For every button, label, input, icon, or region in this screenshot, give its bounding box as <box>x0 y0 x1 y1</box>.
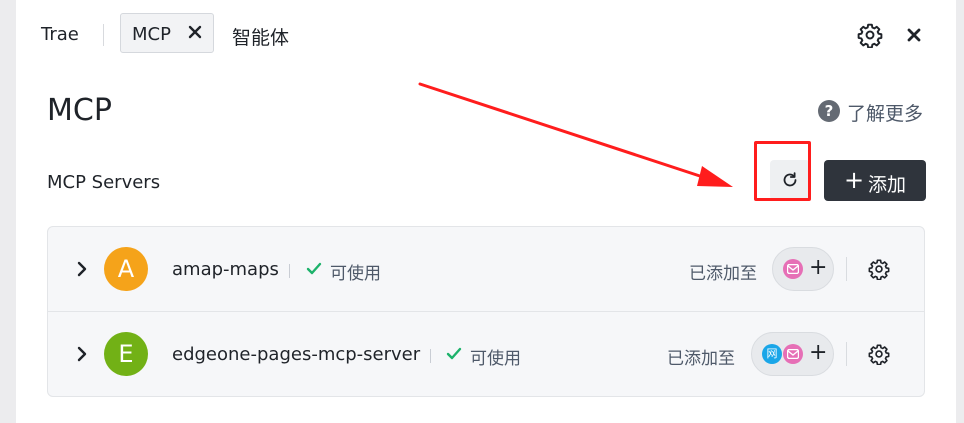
server-list: A amap-maps 可使用 已添加至 + E edgeone-pages-m… <box>47 226 925 397</box>
close-icon[interactable] <box>903 24 925 46</box>
server-settings-gear-icon[interactable] <box>868 343 890 366</box>
add-button[interactable]: + 添加 <box>824 160 926 201</box>
chevron-right-icon[interactable] <box>75 261 89 277</box>
server-name: amap-maps <box>172 259 279 280</box>
agent-icon <box>783 344 803 364</box>
server-settings-gear-icon[interactable] <box>868 258 890 281</box>
close-tab-icon[interactable] <box>187 24 203 40</box>
add-agent-icon[interactable]: + <box>809 339 827 367</box>
plus-icon: + <box>844 166 865 194</box>
check-icon <box>446 347 462 360</box>
tab-mcp[interactable]: MCP <box>120 13 214 53</box>
tab-mcp-label: MCP <box>132 24 171 45</box>
server-row[interactable]: E edgeone-pages-mcp-server 可使用 已添加至 网 + <box>48 312 924 396</box>
server-name: edgeone-pages-mcp-server <box>172 344 421 365</box>
tab-bar: Trae MCP 智能体 <box>16 0 956 72</box>
gear-icon[interactable] <box>857 22 883 49</box>
server-avatar: E <box>104 332 148 376</box>
status-label: 可使用 <box>470 349 521 369</box>
divider <box>430 349 431 363</box>
divider <box>289 264 290 278</box>
agent-selector[interactable]: + <box>772 247 834 291</box>
section-title: MCP Servers <box>47 172 161 193</box>
status-label: 可使用 <box>330 264 381 284</box>
divider <box>846 257 847 281</box>
server-avatar: A <box>104 247 148 291</box>
agent-selector[interactable]: 网 + <box>751 332 834 376</box>
check-icon <box>306 262 322 275</box>
added-to-label: 已添加至 <box>689 264 757 284</box>
learn-more-label: 了解更多 <box>847 103 924 125</box>
chevron-right-icon[interactable] <box>75 346 89 362</box>
tab-divider <box>103 24 104 46</box>
add-button-label: 添加 <box>868 174 907 196</box>
tab-trae[interactable]: Trae <box>41 24 79 45</box>
tab-agent[interactable]: 智能体 <box>232 23 289 50</box>
mcp-settings-panel: Trae MCP 智能体 MCP ? 了解更多 MCP Servers + 添加… <box>16 0 956 423</box>
added-to-label: 已添加至 <box>667 349 735 369</box>
server-row[interactable]: A amap-maps 可使用 已添加至 + <box>48 227 924 312</box>
help-icon: ? <box>818 100 840 122</box>
page-title: MCP <box>47 93 112 128</box>
agent-icon <box>783 259 803 279</box>
annotation-highlight-box <box>754 141 811 201</box>
add-agent-icon[interactable]: + <box>809 254 827 282</box>
divider <box>846 342 847 366</box>
agent-web-icon: 网 <box>762 344 782 364</box>
